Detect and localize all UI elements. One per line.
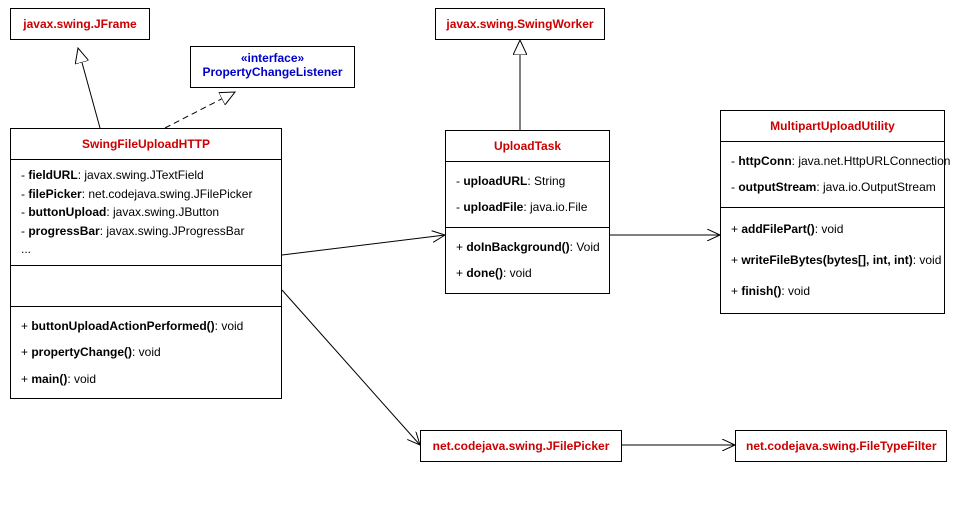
class-title: PropertyChangeListener	[191, 65, 354, 87]
class-title: MultipartUploadUtility	[721, 111, 944, 141]
methods-section: + buttonUploadActionPerformed(): void + …	[11, 306, 281, 398]
method: + doInBackground(): Void	[456, 234, 599, 260]
class-title: javax.swing.SwingWorker	[436, 9, 604, 39]
field: - outputStream: java.io.OutputStream	[731, 174, 934, 200]
method: + buttonUploadActionPerformed(): void	[21, 313, 271, 339]
class-title: net.codejava.swing.JFilePicker	[421, 431, 621, 461]
class-swingworker[interactable]: javax.swing.SwingWorker	[435, 8, 605, 40]
fields-section: - uploadURL: String - uploadFile: java.i…	[446, 161, 609, 227]
method: + addFilePart(): void	[731, 214, 934, 245]
field: - httpConn: java.net.HttpURLConnection	[731, 148, 934, 174]
class-title: javax.swing.JFrame	[11, 9, 149, 39]
class-title: UploadTask	[446, 131, 609, 161]
field: - filePicker: net.codejava.swing.JFilePi…	[21, 185, 271, 204]
fields-section: - httpConn: java.net.HttpURLConnection -…	[721, 141, 944, 207]
class-title: SwingFileUploadHTTP	[11, 129, 281, 159]
method: + propertyChange(): void	[21, 339, 271, 365]
class-title: net.codejava.swing.FileTypeFilter	[736, 431, 946, 461]
stereotype-label: «interface»	[191, 47, 354, 65]
class-jframe[interactable]: javax.swing.JFrame	[10, 8, 150, 40]
interface-propertychangelistener[interactable]: «interface» PropertyChangeListener	[190, 46, 355, 88]
method: + main(): void	[21, 366, 271, 392]
field: - buttonUpload: javax.swing.JButton	[21, 203, 271, 222]
field: - uploadFile: java.io.File	[456, 194, 599, 220]
empty-section	[11, 265, 281, 306]
methods-section: + addFilePart(): void + writeFileBytes(b…	[721, 207, 944, 314]
class-jfilepicker[interactable]: net.codejava.swing.JFilePicker	[420, 430, 622, 462]
class-uploadtask[interactable]: UploadTask - uploadURL: String - uploadF…	[445, 130, 610, 294]
field: - fieldURL: javax.swing.JTextField	[21, 166, 271, 185]
fields-section: - fieldURL: javax.swing.JTextField - fil…	[11, 159, 281, 265]
method: + finish(): void	[731, 276, 934, 307]
class-swingfileuploadhttp[interactable]: SwingFileUploadHTTP - fieldURL: javax.sw…	[10, 128, 282, 399]
method: + writeFileBytes(bytes[], int, int): voi…	[731, 245, 934, 276]
field: - progressBar: javax.swing.JProgressBar	[21, 222, 271, 241]
methods-section: + doInBackground(): Void + done(): void	[446, 227, 609, 293]
class-multipartuploadutility[interactable]: MultipartUploadUtility - httpConn: java.…	[720, 110, 945, 314]
field: - uploadURL: String	[456, 168, 599, 194]
field-more: ...	[21, 240, 271, 259]
method: + done(): void	[456, 260, 599, 286]
class-filetypefilter[interactable]: net.codejava.swing.FileTypeFilter	[735, 430, 947, 462]
